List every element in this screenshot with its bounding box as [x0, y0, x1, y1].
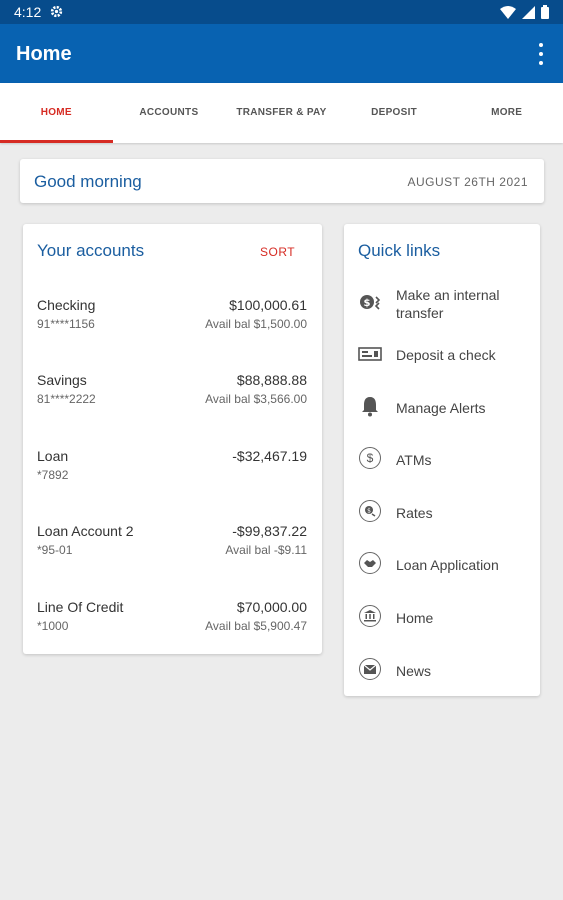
- quick-links-title: Quick links: [358, 241, 441, 260]
- account-number: 81****2222: [37, 392, 96, 406]
- quick-link-internal-transfer[interactable]: $ Make an internal transfer: [344, 286, 540, 326]
- svg-text:$: $: [367, 508, 371, 515]
- bank-icon: [358, 604, 382, 628]
- account-name: Loan: [37, 448, 69, 464]
- bell-icon: [358, 394, 382, 418]
- account-balance: $88,888.88: [236, 372, 307, 388]
- quick-link-deposit-check[interactable]: Deposit a check: [344, 342, 540, 382]
- quick-link-label: Rates: [396, 505, 433, 521]
- wifi-icon: [500, 5, 516, 24]
- sort-button[interactable]: SORT: [260, 245, 295, 259]
- quick-link-label: Loan Application: [396, 557, 499, 573]
- account-number: *1000: [37, 619, 69, 633]
- account-row-checking[interactable]: Checking 91****1156 $100,000.61 Avail ba…: [23, 297, 322, 347]
- quick-link-manage-alerts[interactable]: Manage Alerts: [344, 394, 540, 434]
- quick-link-news[interactable]: News: [344, 657, 540, 697]
- tab-transfer-pay[interactable]: TRANSFER & PAY: [225, 83, 338, 143]
- quick-link-label: Home: [396, 610, 434, 626]
- battery-icon: [541, 5, 549, 24]
- account-number: *95-01: [37, 543, 73, 557]
- tab-bar: HOME ACCOUNTS TRANSFER & PAY DEPOSIT MOR…: [0, 83, 563, 143]
- greeting-card: Good morning AUGUST 26TH 2021: [20, 159, 544, 203]
- svg-text:$: $: [364, 298, 371, 309]
- rates-icon: $: [358, 499, 382, 523]
- transfer-icon: $: [358, 290, 382, 314]
- quick-link-atms[interactable]: $ ATMs: [344, 446, 540, 486]
- account-available-balance: Avail bal $3,566.00: [205, 392, 307, 406]
- account-available-balance: Avail bal -$9.11: [225, 543, 307, 557]
- gear-icon: [50, 5, 63, 23]
- check-icon: [358, 342, 382, 366]
- tab-accounts[interactable]: ACCOUNTS: [113, 83, 226, 143]
- quick-link-label: Make an internal transfer: [396, 287, 500, 321]
- quick-link-loan-application[interactable]: Loan Application: [344, 551, 540, 591]
- account-name: Line Of Credit: [37, 599, 124, 615]
- greeting-text: Good morning: [34, 172, 142, 191]
- quick-link-rates[interactable]: $ Rates: [344, 499, 540, 539]
- tab-home[interactable]: HOME: [0, 83, 113, 143]
- accounts-card: Your accounts SORT Checking 91****1156 $…: [23, 224, 322, 654]
- quick-links-card: Quick links $ Make an internal transfer …: [344, 224, 540, 696]
- account-row-savings[interactable]: Savings 81****2222 $88,888.88 Avail bal …: [23, 372, 322, 422]
- tab-more[interactable]: MORE: [450, 83, 563, 143]
- signal-icon: [522, 5, 535, 24]
- account-name: Loan Account 2: [37, 523, 134, 539]
- account-available-balance: Avail bal $5,900.47: [205, 619, 307, 633]
- quick-link-label: Deposit a check: [396, 347, 496, 363]
- quick-link-home[interactable]: Home: [344, 604, 540, 644]
- page-title: Home: [16, 43, 72, 65]
- mail-icon: [358, 657, 382, 681]
- tab-deposit[interactable]: DEPOSIT: [338, 83, 451, 143]
- overflow-menu-icon[interactable]: [537, 43, 545, 65]
- account-row-loan[interactable]: Loan *7892 -$32,467.19: [23, 448, 322, 498]
- account-balance: -$99,837.22: [232, 523, 307, 539]
- account-number: 91****1156: [37, 317, 95, 331]
- account-row-loan-account-2[interactable]: Loan Account 2 *95-01 -$99,837.22 Avail …: [23, 523, 322, 573]
- status-time: 4:12: [14, 4, 42, 20]
- account-row-line-of-credit[interactable]: Line Of Credit *1000 $70,000.00 Avail ba…: [23, 599, 322, 649]
- dollar-icon: $: [358, 446, 382, 470]
- account-name: Checking: [37, 297, 96, 313]
- quick-link-label: Manage Alerts: [396, 400, 486, 416]
- account-balance: $100,000.61: [229, 297, 307, 313]
- greeting-date: AUGUST 26TH 2021: [407, 175, 528, 189]
- quick-link-label: News: [396, 663, 432, 679]
- accounts-title: Your accounts: [37, 241, 145, 260]
- account-balance: -$32,467.19: [232, 448, 307, 464]
- app-bar: Home: [0, 24, 563, 83]
- account-balance: $70,000.00: [236, 599, 307, 615]
- handshake-icon: [358, 551, 382, 575]
- status-bar: 4:12: [0, 0, 563, 24]
- account-name: Savings: [37, 372, 87, 388]
- account-available-balance: Avail bal $1,500.00: [205, 317, 307, 331]
- quick-link-label: ATMs: [396, 452, 432, 468]
- account-number: *7892: [37, 468, 69, 482]
